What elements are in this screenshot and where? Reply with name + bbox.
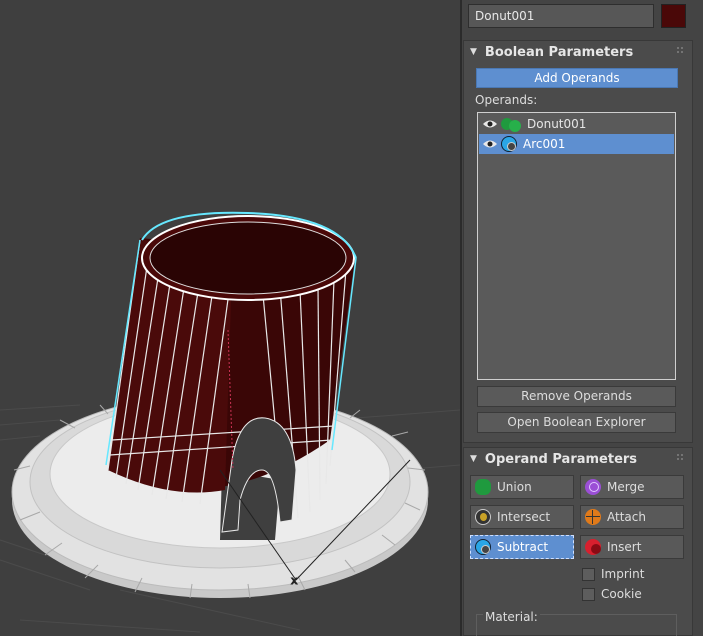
attach-button[interactable]: Attach xyxy=(580,505,684,529)
intersect-label: Intersect xyxy=(497,510,551,524)
insert-label: Insert xyxy=(607,540,642,554)
insert-icon xyxy=(585,539,601,555)
operands-label: Operands: xyxy=(475,93,538,107)
cookie-label: Cookie xyxy=(601,587,642,601)
operand-parameters-header[interactable]: ▼ Operand Parameters xyxy=(464,448,692,470)
material-label: Material: xyxy=(483,610,540,624)
subtract-button[interactable]: Subtract xyxy=(470,535,574,559)
add-operands-button[interactable]: Add Operands xyxy=(476,68,678,88)
boolean-parameters-title: Boolean Parameters xyxy=(484,44,634,60)
boolean-parameters-header[interactable]: ▼ Boolean Parameters xyxy=(464,41,692,63)
imprint-checkbox[interactable] xyxy=(582,568,595,581)
collapse-triangle-icon: ▼ xyxy=(470,454,477,464)
cookie-checkbox[interactable] xyxy=(582,588,595,601)
subtract-label: Subtract xyxy=(497,540,549,554)
operand-name: Donut001 xyxy=(527,117,587,131)
operands-list[interactable]: Donut001 Arc001 xyxy=(477,112,676,380)
operand-item-arc001[interactable]: Arc001 xyxy=(479,134,674,154)
operand-parameters-title: Operand Parameters xyxy=(484,451,638,467)
attach-label: Attach xyxy=(607,510,646,524)
viewport-scene: x xyxy=(0,211,460,633)
visibility-eye-icon[interactable] xyxy=(479,119,501,129)
intersect-button[interactable]: Intersect xyxy=(470,505,574,529)
union-op-icon-overlay xyxy=(509,120,521,132)
subtract-op-icon xyxy=(501,136,517,152)
object-color-swatch[interactable] xyxy=(661,4,686,28)
visibility-eye-icon[interactable] xyxy=(479,139,501,149)
union-label: Union xyxy=(497,480,532,494)
insert-button[interactable]: Insert xyxy=(580,535,684,559)
imprint-label: Imprint xyxy=(601,567,645,581)
remove-operands-button[interactable]: Remove Operands xyxy=(477,386,676,407)
collapse-triangle-icon: ▼ xyxy=(470,47,477,57)
object-name-field[interactable] xyxy=(468,4,654,28)
viewport-3d[interactable]: x xyxy=(0,0,460,636)
merge-icon xyxy=(585,479,601,495)
operand-item-donut001[interactable]: Donut001 xyxy=(479,114,674,134)
svg-text:x: x xyxy=(291,574,298,587)
rollout-grip-icon[interactable] xyxy=(676,453,684,461)
union-icon xyxy=(475,479,491,495)
merge-label: Merge xyxy=(607,480,645,494)
intersect-icon xyxy=(475,509,491,525)
union-button[interactable]: Union xyxy=(470,475,574,499)
merge-button[interactable]: Merge xyxy=(580,475,684,499)
operand-name: Arc001 xyxy=(523,137,566,151)
subtract-icon xyxy=(475,539,491,555)
open-boolean-explorer-button[interactable]: Open Boolean Explorer xyxy=(477,412,676,433)
attach-icon xyxy=(585,509,601,525)
rollout-grip-icon[interactable] xyxy=(676,46,684,54)
